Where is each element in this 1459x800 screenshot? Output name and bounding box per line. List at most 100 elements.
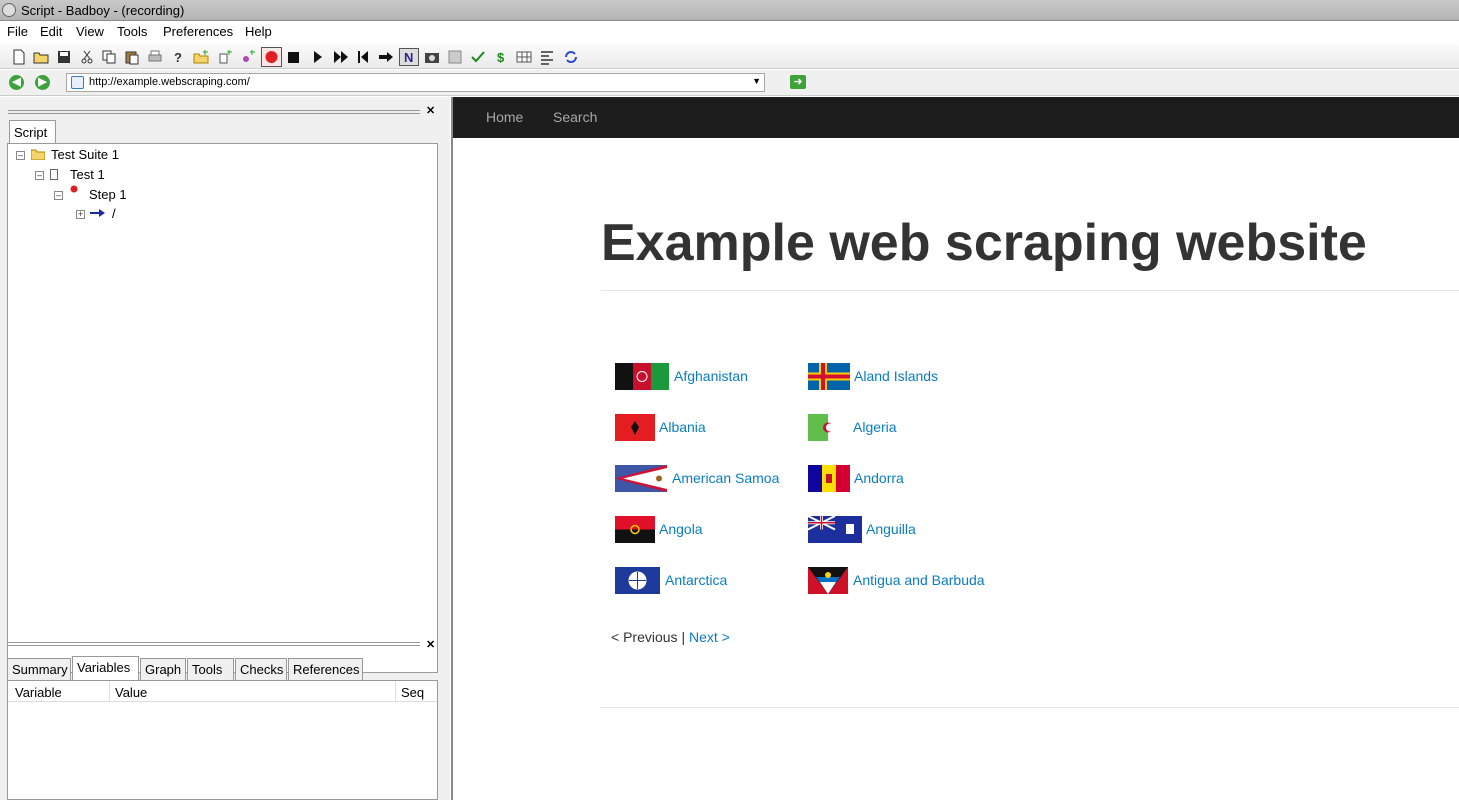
form-icon[interactable]	[447, 49, 463, 65]
nav-home[interactable]: Home	[486, 109, 523, 125]
footer-divider	[601, 707, 1459, 708]
svg-text:N: N	[404, 50, 413, 65]
splitter-top[interactable]	[8, 110, 420, 114]
country-link[interactable]: Afghanistan	[674, 368, 748, 384]
tab-graph[interactable]: Graph	[140, 658, 186, 680]
camera-icon[interactable]	[424, 49, 440, 65]
collapse-test-icon[interactable]: –	[35, 171, 44, 180]
record-icon[interactable]	[261, 47, 282, 67]
divider	[601, 290, 1459, 291]
add-test-icon[interactable]	[217, 49, 233, 65]
menu-edit[interactable]: Edit	[40, 24, 62, 39]
tab-script[interactable]: Script	[9, 120, 56, 143]
tree-suite[interactable]: Test Suite 1	[51, 147, 119, 162]
close-icon[interactable]: ✕	[426, 104, 435, 117]
page-icon	[71, 76, 84, 89]
play-icon[interactable]	[310, 49, 326, 65]
col-seq[interactable]: Seq	[401, 685, 424, 700]
next-link[interactable]: Next >	[689, 629, 730, 645]
tree-step[interactable]: Step 1	[89, 187, 127, 202]
step-forward-icon[interactable]	[378, 49, 394, 65]
tree-request[interactable]: /	[112, 206, 116, 221]
menu-tools[interactable]: Tools	[117, 24, 147, 39]
toolbar: ? N $	[0, 43, 1459, 69]
flag-albania	[615, 414, 655, 441]
n-mode-icon[interactable]: N	[399, 48, 419, 66]
svg-text:$: $	[497, 50, 505, 65]
col-divider	[395, 681, 396, 702]
title-bar: Script - Badboy - (recording)	[0, 0, 1459, 21]
back-icon[interactable]: ◀	[9, 75, 24, 90]
menu-file[interactable]: File	[7, 24, 28, 39]
save-icon[interactable]	[56, 49, 72, 65]
previous-label: < Previous	[611, 629, 678, 645]
menu-preferences[interactable]: Preferences	[163, 24, 233, 39]
country-link[interactable]: American Samoa	[672, 470, 779, 486]
tab-summary[interactable]: Summary	[7, 658, 71, 680]
tab-checks[interactable]: Checks	[235, 658, 287, 680]
tab-tools[interactable]: Tools	[187, 658, 234, 680]
dollar-icon[interactable]: $	[493, 49, 509, 65]
menu-view[interactable]: View	[76, 24, 104, 39]
flag-andorra	[808, 465, 850, 492]
step-icon	[70, 185, 78, 193]
paste-icon[interactable]	[124, 49, 140, 65]
variables-table: Variable Value Seq	[7, 680, 438, 800]
country-link[interactable]: Aland Islands	[854, 368, 938, 384]
pagination: < Previous | Next >	[611, 629, 730, 645]
country-link[interactable]: Angola	[659, 521, 703, 537]
request-arrow-icon	[90, 209, 105, 217]
cut-icon[interactable]	[79, 49, 95, 65]
collapse-step-icon[interactable]: –	[54, 191, 63, 200]
col-value[interactable]: Value	[115, 685, 147, 700]
flag-angola	[615, 516, 655, 543]
play-all-icon[interactable]	[333, 49, 349, 65]
align-icon[interactable]	[539, 49, 555, 65]
menu-bar: File Edit View Tools Preferences Help	[0, 21, 1459, 42]
go-icon[interactable]: ➜	[790, 75, 806, 89]
country-link[interactable]: Algeria	[853, 419, 897, 435]
country-link[interactable]: Albania	[659, 419, 706, 435]
new-icon[interactable]	[11, 49, 27, 65]
nav-search[interactable]: Search	[553, 109, 597, 125]
country-link[interactable]: Antarctica	[665, 572, 727, 588]
refresh-icon[interactable]	[563, 49, 579, 65]
flag-american-samoa	[615, 465, 667, 492]
flag-aland-islands	[808, 363, 850, 390]
country-link[interactable]: Anguilla	[866, 521, 916, 537]
country-link[interactable]: Andorra	[854, 470, 904, 486]
tree-test[interactable]: Test 1	[70, 167, 105, 182]
url-text: http://example.webscraping.com/	[89, 76, 250, 88]
expand-request-icon[interactable]: +	[76, 210, 85, 219]
url-input[interactable]: http://example.webscraping.com/ ▼	[66, 73, 765, 92]
close-bottom-icon[interactable]: ✕	[426, 638, 435, 651]
open-icon[interactable]	[33, 49, 49, 65]
forward-icon[interactable]: ▶	[35, 75, 50, 90]
left-pane: ✕ Script – Test Suite 1 – Test 1 – Step …	[0, 97, 450, 800]
flag-algeria	[808, 414, 848, 441]
add-folder-icon[interactable]	[193, 49, 209, 65]
test-icon	[50, 169, 58, 180]
add-step-icon[interactable]	[240, 49, 256, 65]
flag-afghanistan	[615, 363, 669, 390]
page-heading: Example web scraping website	[601, 214, 1367, 272]
rewind-icon[interactable]	[355, 49, 371, 65]
flag-antigua-and-barbuda	[808, 567, 848, 594]
script-tree: – Test Suite 1 – Test 1 – Step 1 + /	[7, 143, 438, 673]
tab-variables[interactable]: Variables	[72, 656, 139, 680]
stop-icon[interactable]	[286, 49, 302, 65]
collapse-suite-icon[interactable]: –	[16, 151, 25, 160]
col-variable[interactable]: Variable	[15, 685, 62, 700]
chevron-down-icon[interactable]: ▼	[752, 76, 761, 86]
copy-icon[interactable]	[101, 49, 117, 65]
menu-help[interactable]: Help	[245, 24, 272, 39]
browser-view: Home Search Example web scraping website…	[451, 97, 1459, 800]
splitter-bottom[interactable]	[8, 642, 420, 646]
print-icon[interactable]	[147, 49, 163, 65]
check-icon[interactable]	[470, 49, 486, 65]
help-icon[interactable]: ?	[170, 49, 186, 65]
table-icon[interactable]	[516, 49, 532, 65]
country-link[interactable]: Antigua and Barbuda	[853, 572, 985, 588]
flag-anguilla	[808, 516, 862, 543]
tab-references[interactable]: References	[288, 658, 363, 680]
